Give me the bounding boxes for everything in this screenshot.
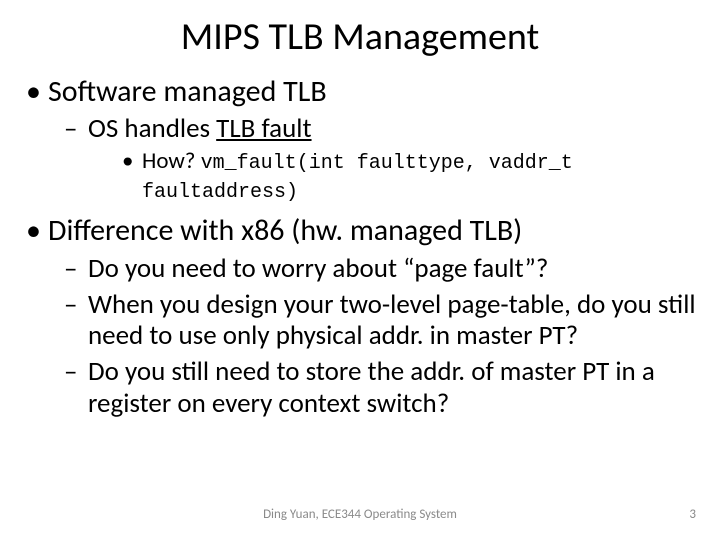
footer-page-number: 3: [689, 507, 696, 522]
bullet-text: Do you need to worry about “page fault”?: [88, 252, 548, 285]
bullet-software-managed: Software managed TLB OS handles TLB faul…: [22, 74, 698, 205]
bullet-master-pt-register: Do you still need to store the addr. of …: [48, 356, 698, 420]
bullet-list-lvl3: How? vm_fault(int faulttype, vaddr_t fau…: [88, 147, 698, 205]
code-snippet: vm_fault(int faulttype, vaddr_t faultadd…: [142, 152, 573, 204]
bullet-two-level-pt: When you design your two-level page-tabl…: [48, 289, 698, 353]
bullet-list-lvl2: Do you need to worry about “page fault”?…: [48, 253, 698, 420]
bullet-list-lvl1: Software managed TLB OS handles TLB faul…: [22, 74, 698, 420]
footer-author-course: Ding Yuan, ECE344 Operating System: [0, 507, 720, 522]
bullet-text-pre: How?: [142, 147, 201, 175]
slide-content: Software managed TLB OS handles TLB faul…: [0, 74, 720, 420]
bullet-list-lvl2: OS handles TLB fault How? vm_fault(int f…: [48, 113, 698, 205]
slide-title: MIPS TLB Management: [0, 0, 720, 66]
bullet-text-pre: OS handles: [88, 112, 216, 145]
bullet-text: Do you still need to store the addr. of …: [88, 355, 655, 420]
bullet-text: Software managed TLB: [48, 73, 327, 110]
bullet-page-fault: Do you need to worry about “page fault”?: [48, 253, 698, 285]
bullet-text: Difference with x86 (hw. managed TLB): [48, 212, 522, 249]
slide: MIPS TLB Management Software managed TLB…: [0, 0, 720, 540]
bullet-how: How? vm_fault(int faulttype, vaddr_t fau…: [88, 147, 698, 205]
bullet-text-underlined: TLB fault: [216, 112, 311, 145]
bullet-difference-x86: Difference with x86 (hw. managed TLB) Do…: [22, 213, 698, 420]
bullet-text: When you design your two-level page-tabl…: [88, 288, 696, 353]
bullet-os-handles: OS handles TLB fault How? vm_fault(int f…: [48, 113, 698, 205]
